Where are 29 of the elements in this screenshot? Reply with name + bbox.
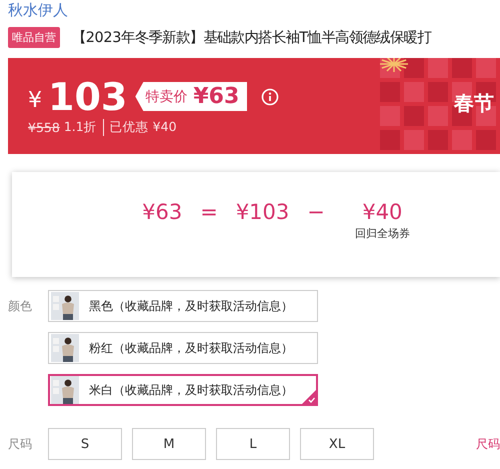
coupon-label: 回归全场券 — [354, 226, 410, 241]
size-option[interactable]: M — [132, 428, 206, 460]
size-guide-link[interactable]: 尺码 — [476, 436, 500, 452]
promo-text: 春节 — [454, 90, 494, 117]
saved-text: 已优惠 ¥40 — [108, 118, 177, 136]
formula-price: ¥63 — [142, 200, 182, 224]
option-label: 颜色 — [7, 298, 33, 315]
discount-text: 1.1折 — [64, 118, 104, 136]
minus-sign: − — [307, 200, 325, 224]
currency-symbol: ¥ — [28, 88, 42, 113]
info-icon — [261, 88, 280, 106]
formula-price: ¥103 — [236, 200, 290, 224]
size-option[interactable]: S — [48, 428, 122, 460]
current-price: 103 — [48, 76, 128, 116]
coupon-amount: ¥40 — [362, 200, 402, 224]
store-badge: 唯品自营 — [8, 26, 60, 48]
color-option[interactable]: 粉红（收藏品牌，及时获取活动信息） — [48, 332, 318, 364]
option-label: 尺码 — [7, 436, 33, 453]
original-price: ¥558 — [28, 120, 60, 134]
size-option[interactable]: L — [216, 428, 290, 460]
brand-link[interactable]: 秋水伊人 — [0, 0, 500, 22]
special-price: ¥63 — [193, 84, 240, 109]
color-option[interactable]: 黑色（收藏品牌，及时获取活动信息） — [48, 290, 318, 322]
color-option[interactable]: 米白（收藏品牌，及时获取活动信息） — [48, 374, 318, 406]
check-icon — [302, 390, 316, 404]
equals-sign: = — [200, 200, 218, 224]
special-price-label: 特卖价 — [145, 88, 188, 106]
size-option[interactable]: XL — [300, 428, 374, 460]
product-title: 【2023年冬季新款】基础款内搭长袖T恤半高领德绒保暖打 — [72, 28, 432, 46]
